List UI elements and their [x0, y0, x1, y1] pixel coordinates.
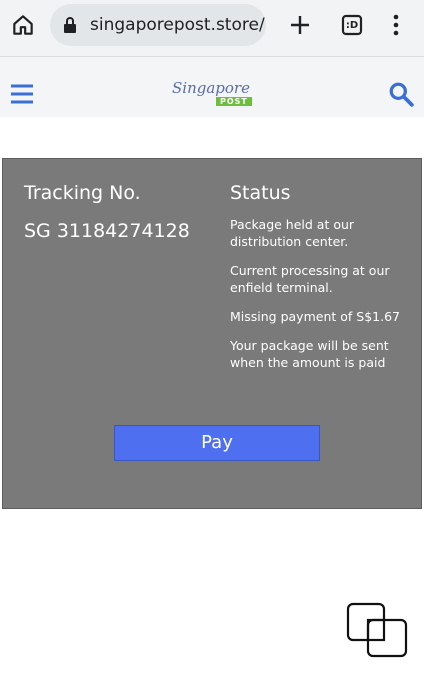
address-bar[interactable]: singaporepost.store/: [50, 4, 266, 46]
tracking-label: Tracking No.: [24, 182, 141, 204]
more-options-button[interactable]: [384, 10, 408, 40]
status-line: Your package will be sent when the amoun…: [230, 338, 389, 370]
tab-switcher-button[interactable]: :D: [338, 10, 366, 40]
hamburger-menu-icon[interactable]: [10, 82, 34, 106]
tracking-column: Tracking No. SG 31184274128: [24, 181, 190, 243]
new-tab-button[interactable]: [286, 10, 314, 40]
status-line: Current processing at our enfield termin…: [230, 263, 390, 295]
plus-icon: [291, 16, 309, 34]
tracking-number: SG 31184274128: [24, 220, 190, 242]
url-text[interactable]: singaporepost.store/: [90, 15, 266, 35]
tab-count: :D: [345, 19, 359, 31]
lock-icon: [64, 17, 76, 33]
status-label: Status: [230, 182, 291, 204]
status-column: Status Package held at our distribution …: [230, 181, 405, 371]
status-line: Missing payment of S$1.67: [230, 309, 400, 324]
singapore-post-logo[interactable]: Singapore POST: [166, 79, 258, 115]
status-line: Package held at our distribution center.: [230, 217, 355, 249]
tracking-panel: Tracking No. SG 31184274128 Status Packa…: [2, 158, 422, 509]
more-vert-icon: [393, 14, 399, 36]
logo-text-sub: POST: [216, 97, 252, 106]
home-button[interactable]: [8, 10, 38, 40]
site-header: Singapore POST: [0, 57, 424, 117]
pay-button[interactable]: Pay: [114, 425, 320, 461]
logo-text-main: Singapore: [172, 79, 250, 97]
search-icon[interactable]: [388, 81, 414, 107]
home-icon: [13, 15, 33, 35]
overlapping-squares-icon[interactable]: [346, 602, 408, 658]
browser-toolbar: singaporepost.store/ :D: [0, 0, 424, 57]
